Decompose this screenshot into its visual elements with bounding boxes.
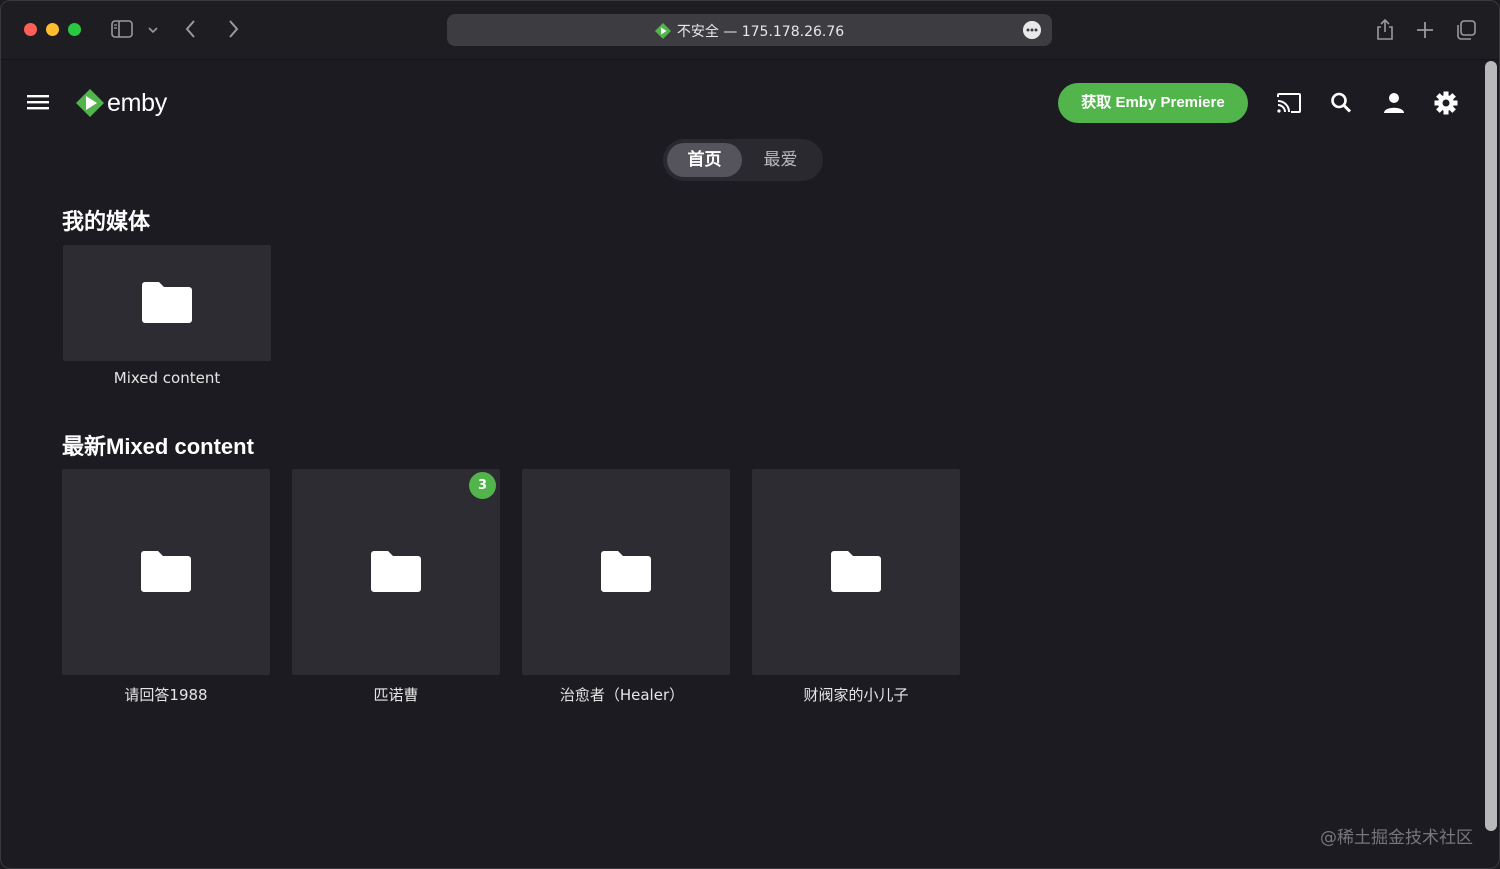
share-icon[interactable] [1375,17,1395,41]
logo-text: emby [107,88,167,117]
user-icon[interactable] [1382,91,1408,115]
latest-card[interactable] [522,469,730,675]
latest-card[interactable] [752,469,960,675]
my-media-title[interactable]: 我的媒体 [62,204,150,236]
chevron-left-icon[interactable] [183,17,199,41]
tab-home[interactable]: 首页 [667,143,742,177]
browser-toolbar: 不安全 — 175.178.26.76 [1,1,1499,60]
plus-icon[interactable] [1415,20,1435,40]
latest-card-label[interactable]: 请回答1988 [62,684,270,705]
latest-card-label[interactable]: 财阀家的小儿子 [752,684,960,705]
folder-icon [142,282,192,323]
chevron-right-icon[interactable] [225,17,241,41]
library-card-mixed-content[interactable] [63,245,271,361]
chevron-down-icon[interactable] [148,25,158,35]
gear-icon[interactable] [1433,91,1459,115]
cast-icon[interactable] [1276,91,1302,115]
emby-site-icon [654,23,671,39]
latest-card-label[interactable]: 治愈者（Healer） [518,684,726,705]
browser-window: 不安全 — 175.178.26.76 emby 获取 Emby Premier… [0,0,1500,869]
folder-icon [141,551,191,592]
tab-favorites[interactable]: 最爱 [743,143,818,177]
minimize-window-button[interactable] [46,23,59,36]
more-options-icon[interactable] [1023,21,1041,39]
zoom-window-button[interactable] [68,23,81,36]
unwatched-count-badge: 3 [469,472,496,499]
address-bar[interactable]: 不安全 — 175.178.26.76 [447,14,1052,46]
emby-logo[interactable]: emby [75,87,167,119]
latest-card-label[interactable]: 匹诺曹 [292,684,500,705]
scrollbar[interactable] [1485,61,1497,831]
sidebar-toggle-icon[interactable] [111,20,133,38]
library-card-label[interactable]: Mixed content [63,369,271,387]
latest-card[interactable]: 3 [292,469,500,675]
latest-card[interactable] [62,469,270,675]
search-icon[interactable] [1329,91,1355,115]
watermark: @稀土掘金技术社区 [1320,828,1473,848]
folder-icon [831,551,881,592]
url-text: 不安全 — 175.178.26.76 [676,24,845,40]
folder-icon [371,551,421,592]
get-premiere-button[interactable]: 获取 Emby Premiere [1058,83,1248,123]
latest-section-title[interactable]: 最新Mixed content [62,429,254,461]
home-tabs: 首页 最爱 [663,139,823,181]
folder-icon [601,551,651,592]
menu-icon[interactable] [27,93,49,111]
tabs-overview-icon[interactable] [1455,19,1477,41]
emby-logo-icon [76,89,104,117]
close-window-button[interactable] [24,23,37,36]
